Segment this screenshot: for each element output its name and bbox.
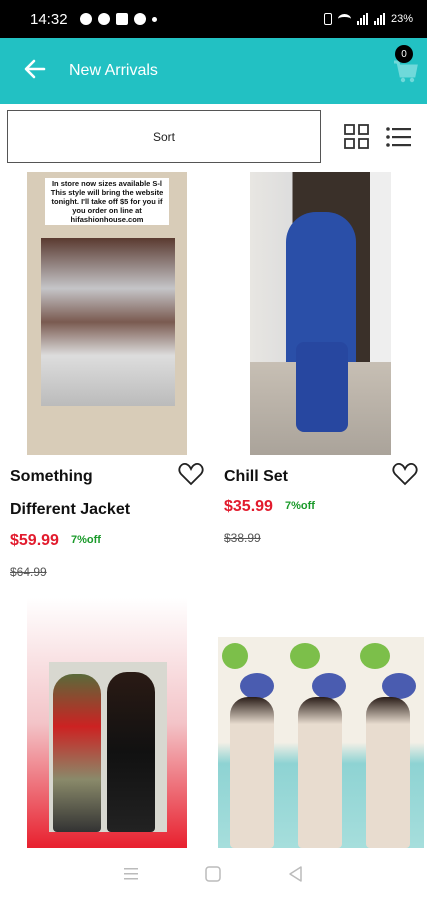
battery-level: 23% xyxy=(390,13,413,25)
product-image[interactable] xyxy=(218,637,424,848)
whatsapp-icon xyxy=(97,13,110,25)
favorite-heart-icon[interactable] xyxy=(392,462,418,486)
cart-count-badge: 0 xyxy=(395,45,413,63)
product-name[interactable]: Chill Set xyxy=(224,460,288,493)
product-card[interactable]: Chill Set $35.99 7%off $38.99 xyxy=(214,170,427,590)
model-figure xyxy=(298,697,342,848)
decor-circle xyxy=(382,673,416,699)
message-icon xyxy=(115,13,128,25)
original-price: $64.99 xyxy=(10,565,47,579)
decor-circle xyxy=(360,643,390,669)
system-navigation-bar xyxy=(0,848,427,900)
status-bar: 14:32 23% xyxy=(0,0,427,38)
product-image[interactable] xyxy=(250,172,391,455)
grid-view-icon[interactable] xyxy=(344,124,369,149)
status-time: 14:32 xyxy=(30,10,68,28)
product-price: $59.99 xyxy=(10,532,59,549)
home-icon[interactable] xyxy=(203,865,223,883)
model-figure xyxy=(366,697,410,848)
back-icon[interactable] xyxy=(286,865,306,883)
chat-icon xyxy=(133,13,146,25)
page-title: New Arrivals xyxy=(69,62,158,79)
decor-circle xyxy=(240,673,274,699)
product-image[interactable]: In store now sizes available S-l This st… xyxy=(27,172,187,455)
product-price: $35.99 xyxy=(224,498,273,515)
photo-inset xyxy=(49,662,167,832)
favorite-heart-icon[interactable] xyxy=(178,462,204,486)
model-legs xyxy=(296,342,348,432)
discount-badge: 7%off xyxy=(71,534,101,546)
product-image[interactable] xyxy=(27,598,187,848)
list-view-icon[interactable] xyxy=(386,126,411,148)
notification-icon xyxy=(79,13,92,25)
app-bar: New Arrivals xyxy=(0,38,427,104)
decor-circle xyxy=(222,643,248,669)
product-name-line2[interactable]: Different Jacket xyxy=(10,493,130,526)
original-price: $38.99 xyxy=(224,531,261,545)
decor-circle xyxy=(290,643,320,669)
model-figure xyxy=(53,674,101,832)
sort-button[interactable]: Sort xyxy=(7,110,321,163)
wifi-icon xyxy=(337,14,351,24)
decor-circle xyxy=(312,673,346,699)
model-figure xyxy=(230,697,274,848)
photo-collage xyxy=(41,238,175,406)
more-notifications-icon xyxy=(151,16,157,22)
flyer-text: In store now sizes available S-l This st… xyxy=(45,178,169,225)
signal-icon xyxy=(356,13,368,25)
sort-label: Sort xyxy=(152,129,175,144)
vibrate-icon xyxy=(323,13,332,25)
discount-badge: 7%off xyxy=(285,500,315,512)
model-figure-2 xyxy=(107,672,155,832)
product-name[interactable]: Something xyxy=(10,460,93,493)
product-card[interactable]: In store now sizes available S-l This st… xyxy=(0,170,214,590)
signal-icon-2 xyxy=(373,13,385,25)
recent-apps-icon[interactable] xyxy=(121,865,141,883)
back-arrow-icon[interactable] xyxy=(22,56,48,82)
